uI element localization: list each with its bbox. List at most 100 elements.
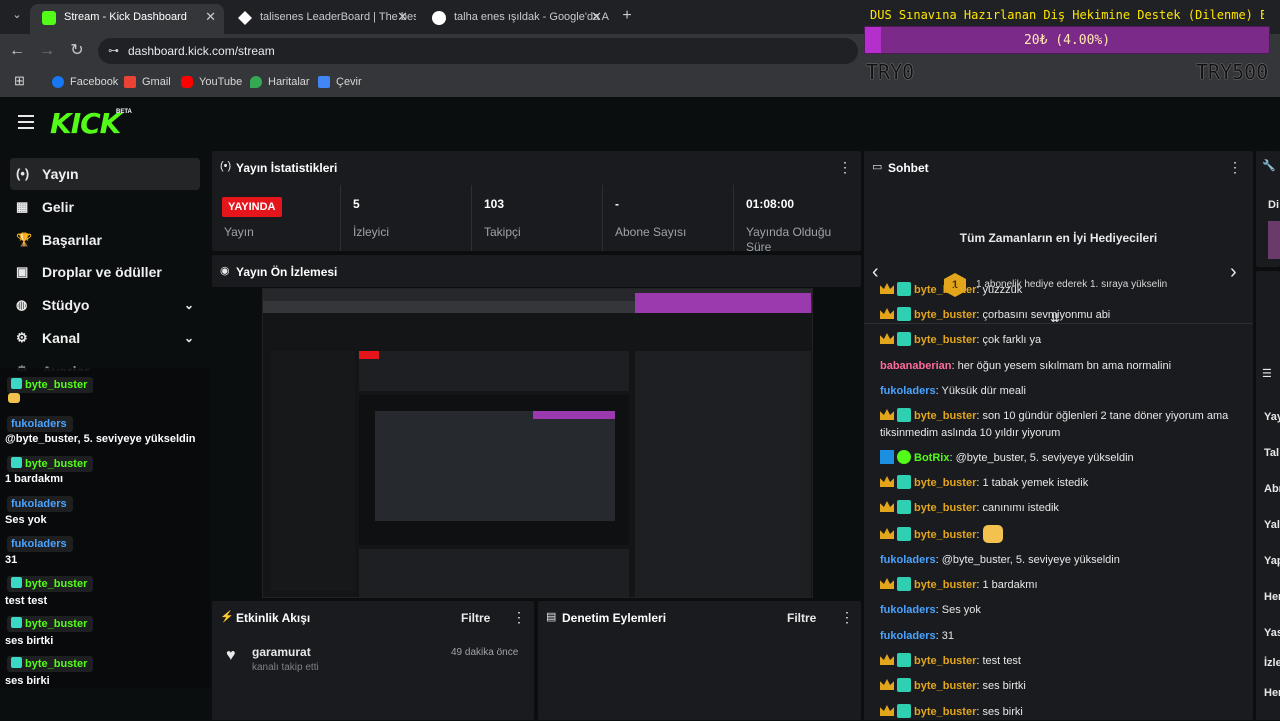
youtube-icon bbox=[181, 76, 193, 88]
preview-sidebar bbox=[271, 351, 355, 591]
overlay-username: byte_buster bbox=[7, 576, 94, 592]
broadcast-icon: (•) bbox=[16, 166, 30, 181]
live-badge: YAYINDA bbox=[222, 197, 282, 217]
crown-badge-icon bbox=[880, 654, 894, 665]
trophy-icon: 🏆 bbox=[16, 232, 33, 247]
list-icon: ☰ bbox=[1262, 368, 1272, 380]
right-panel-label: Her bbox=[1264, 687, 1280, 699]
chevron-right-icon[interactable]: › bbox=[1230, 261, 1237, 284]
preview-live-badge bbox=[359, 351, 379, 359]
sidebar-item-basarilar[interactable]: 🏆 Başarılar bbox=[10, 224, 200, 256]
browser-tab-active[interactable]: Stream - Kick Dashboard ✕ bbox=[30, 4, 224, 34]
chat-username[interactable]: byte_buster bbox=[914, 410, 976, 422]
right-panel-label: Yay bbox=[1264, 411, 1280, 423]
bookmark-maps[interactable]: Haritalar bbox=[250, 74, 310, 90]
sidebar-item-gelir[interactable]: ▦ Gelir bbox=[10, 191, 200, 223]
sidebar-item-yayin[interactable]: (•) Yayın bbox=[10, 158, 200, 190]
chat-text: : @byte_buster, 5. seviyeye yükseldin bbox=[935, 554, 1120, 566]
tab-close-icon[interactable]: ✕ bbox=[397, 4, 408, 30]
preview-chat bbox=[635, 351, 811, 597]
crown-badge-icon bbox=[880, 501, 894, 512]
document-icon: ▤ bbox=[546, 611, 557, 623]
chat-username[interactable]: fukoladers bbox=[880, 604, 936, 616]
teal-badge-icon bbox=[11, 657, 22, 668]
tab-search-chevron-icon[interactable]: ⌄ bbox=[6, 4, 28, 26]
bookmark-facebook[interactable]: Facebook bbox=[52, 74, 118, 90]
chat-username[interactable]: byte_buster bbox=[914, 579, 976, 591]
stat-status: YAYINDA Yayın bbox=[212, 185, 341, 251]
sidebar-item-droplar[interactable]: ▣ Droplar ve ödüller bbox=[10, 256, 200, 288]
bookmark-translate[interactable]: Çevir bbox=[318, 74, 362, 90]
teal-badge-icon bbox=[11, 457, 22, 468]
right-panel-label: Yap bbox=[1264, 555, 1280, 567]
crown-badge-icon bbox=[880, 333, 894, 344]
kick-favicon-icon bbox=[42, 11, 56, 25]
sidebar-item-studyo[interactable]: ◍ Stüdyo ⌄ bbox=[10, 289, 200, 321]
filter-button[interactable]: Filtre bbox=[787, 611, 816, 625]
tab-close-icon[interactable]: ✕ bbox=[591, 4, 602, 30]
hamburger-menu-icon[interactable] bbox=[18, 115, 34, 129]
chat-text: : çok farklı ya bbox=[976, 334, 1042, 346]
back-arrow-icon[interactable]: ← bbox=[6, 40, 28, 62]
browser-tab[interactable]: talisenes LeaderBoard | The bes ✕ bbox=[226, 4, 416, 34]
stat-followers: 103 Takipçi bbox=[472, 185, 603, 251]
chat-username[interactable]: byte_buster bbox=[914, 334, 976, 346]
overlay-message: @byte_buster, 5. seviyeye yükseldin bbox=[5, 433, 196, 445]
new-tab-button[interactable]: + bbox=[616, 5, 638, 27]
chat-username[interactable]: byte_buster bbox=[914, 309, 976, 321]
chat-username[interactable]: byte_buster bbox=[914, 477, 976, 489]
donation-max-label: TRY500 bbox=[1196, 60, 1269, 84]
tab-title: talisenes LeaderBoard | The bes bbox=[260, 11, 416, 23]
overlay-username: byte_buster bbox=[7, 377, 94, 393]
sidebar-item-kanal[interactable]: ⚙ Kanal ⌄ bbox=[10, 322, 200, 354]
preview-nested-bar bbox=[533, 411, 615, 419]
right-panel-text: Di bbox=[1268, 199, 1279, 211]
apps-grid-icon[interactable]: ⊞ bbox=[14, 74, 28, 88]
cat-emote-icon bbox=[8, 393, 20, 403]
overlay-message: ses birtki bbox=[5, 635, 54, 647]
thumbnail bbox=[1268, 221, 1280, 259]
chevron-left-icon[interactable]: ‹ bbox=[872, 261, 879, 284]
kick-logo[interactable]: KICK bbox=[50, 107, 121, 140]
chat-username[interactable]: byte_buster bbox=[914, 284, 976, 296]
tab-close-icon[interactable]: ✕ bbox=[205, 4, 216, 30]
reload-icon[interactable]: ↻ bbox=[66, 40, 88, 62]
chat-username[interactable]: byte_buster bbox=[914, 706, 976, 718]
chat-message: byte_buster: test test bbox=[880, 653, 1240, 670]
bookmark-youtube[interactable]: YouTube bbox=[181, 74, 242, 90]
stat-label: Yayında Olduğu Süre bbox=[746, 225, 832, 254]
chat-username[interactable]: byte_buster bbox=[914, 680, 976, 692]
stream-preview-video[interactable] bbox=[262, 288, 813, 598]
chat-text: : 1 tabak yemek istedik bbox=[976, 477, 1089, 489]
more-options-icon[interactable]: ⋮ bbox=[838, 159, 852, 176]
gmail-icon bbox=[124, 76, 136, 88]
broadcast-icon: (•) bbox=[220, 160, 232, 172]
chat-username[interactable]: byte_buster bbox=[914, 502, 976, 514]
cat-emote-icon bbox=[983, 525, 1004, 543]
chat-username[interactable]: byte_buster bbox=[914, 655, 976, 667]
subscriber-badge-icon bbox=[897, 704, 911, 718]
more-options-icon[interactable]: ⋮ bbox=[1228, 159, 1242, 176]
chat-username[interactable]: fukoladers bbox=[880, 385, 936, 397]
chat-username[interactable]: BotRix bbox=[914, 452, 949, 464]
overlay-username: byte_buster bbox=[7, 616, 94, 632]
bookmark-gmail[interactable]: Gmail bbox=[124, 74, 171, 90]
more-options-icon[interactable]: ⋮ bbox=[512, 609, 526, 626]
overlay-message: 31 bbox=[5, 554, 18, 566]
overlay-message: 1 bardakmı bbox=[5, 473, 64, 485]
forward-arrow-icon[interactable]: → bbox=[36, 40, 58, 62]
overlay-message: test test bbox=[5, 595, 48, 607]
more-options-icon[interactable]: ⋮ bbox=[840, 609, 854, 626]
chat-username[interactable]: fukoladers bbox=[880, 630, 936, 642]
panel-title: Denetim Eylemleri bbox=[562, 611, 667, 625]
chat-username[interactable]: babanaberian bbox=[880, 360, 952, 372]
site-info-icon[interactable]: ⊶ bbox=[108, 38, 119, 64]
subscriber-badge-icon bbox=[897, 678, 911, 692]
chat-text: : ses birtki bbox=[976, 680, 1026, 692]
chat-username[interactable]: fukoladers bbox=[880, 554, 936, 566]
chat-username[interactable]: byte_buster bbox=[914, 529, 976, 541]
filter-button[interactable]: Filtre bbox=[461, 611, 490, 625]
address-bar[interactable]: ⊶ dashboard.kick.com/stream bbox=[98, 38, 858, 64]
preview-donation-bar bbox=[635, 293, 811, 313]
browser-tab[interactable]: talha enes ışıldak - Google'da A ✕ bbox=[420, 4, 610, 34]
